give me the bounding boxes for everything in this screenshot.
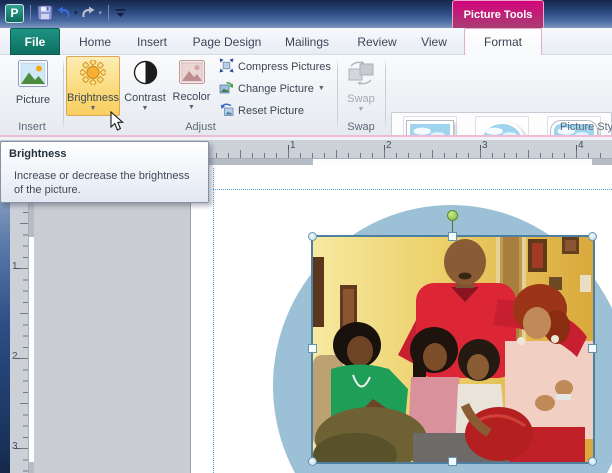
publisher-window: P ▾ ▾ Picture Tools File Home Insert Pag…	[0, 0, 612, 473]
reset-picture-icon	[219, 102, 234, 120]
rotation-handle[interactable]	[447, 210, 458, 221]
resize-handle-top[interactable]	[448, 232, 457, 241]
change-picture-icon	[219, 80, 234, 98]
recolor-icon	[179, 60, 205, 89]
tab-page-design[interactable]: Page Design	[190, 28, 264, 55]
resize-handle-left[interactable]	[308, 344, 317, 353]
mouse-cursor	[110, 111, 125, 137]
swap-button-label: Swap	[347, 93, 375, 105]
picture-styles-group-label: Picture Styles	[560, 119, 612, 134]
ribbon-tab-row: File Home Insert Page Design Mailings Re…	[0, 28, 612, 55]
picture-icon	[18, 60, 48, 92]
resize-handle-right[interactable]	[588, 344, 597, 353]
contextual-tab-group-header: Picture Tools	[452, 0, 544, 28]
resize-handle-bottom-right[interactable]	[588, 457, 597, 466]
title-bar: P ▾ ▾ Picture Tools	[0, 0, 612, 28]
recolor-button[interactable]: Recolor ▼	[168, 56, 215, 116]
chevron-down-icon: ▼	[358, 106, 365, 113]
tooltip-title: Brightness	[9, 148, 200, 160]
swap-icon	[347, 60, 375, 91]
chevron-down-icon: ▼	[90, 105, 97, 112]
resize-handle-top-left[interactable]	[308, 232, 317, 241]
insert-picture-button[interactable]: Picture	[6, 56, 60, 116]
undo-dropdown-icon[interactable]: ▾	[74, 3, 78, 23]
vertical-ruler-object-extent	[28, 165, 34, 473]
qat-separator	[30, 5, 31, 21]
swap-button: Swap ▼	[341, 56, 381, 116]
ribbon: Picture	[0, 55, 612, 135]
change-picture-label: Change Picture	[238, 83, 314, 95]
quick-access-toolbar: P ▾ ▾	[0, 2, 126, 24]
tab-view[interactable]: View	[416, 28, 452, 55]
undo-icon[interactable]	[56, 3, 71, 23]
compress-pictures-label: Compress Pictures	[238, 61, 331, 73]
tab-insert[interactable]: Insert	[130, 28, 174, 55]
contrast-icon	[133, 60, 158, 90]
adjust-group-label: Adjust	[64, 119, 337, 134]
resize-handle-top-right[interactable]	[588, 232, 597, 241]
swap-group-label: Swap	[337, 119, 385, 134]
vruler-number: 3	[12, 442, 18, 452]
picture-button-label: Picture	[16, 94, 50, 106]
resize-handle-bottom-left[interactable]	[308, 457, 317, 466]
tab-review[interactable]: Review	[352, 28, 402, 55]
redo-dropdown-icon[interactable]: ▾	[99, 3, 103, 23]
compress-pictures-button[interactable]: Compress Pictures	[216, 56, 334, 77]
margin-guide-vertical	[213, 168, 214, 473]
reset-picture-label: Reset Picture	[238, 105, 304, 117]
hruler-number: 3	[482, 141, 488, 151]
chevron-down-icon: ▼	[188, 104, 195, 111]
insert-group-label: Insert	[0, 119, 64, 134]
tab-mailings[interactable]: Mailings	[280, 28, 334, 55]
group-separator	[385, 58, 386, 130]
brightness-icon	[80, 60, 106, 90]
redo-icon[interactable]	[81, 3, 96, 23]
hruler-number: 2	[386, 141, 392, 151]
publisher-app-icon[interactable]: P	[5, 4, 24, 23]
recolor-button-label: Recolor	[173, 91, 211, 103]
chevron-down-icon: ▼	[318, 85, 325, 92]
tooltip-body: Increase or decrease the brightness of t…	[14, 169, 196, 198]
tab-format[interactable]: Format	[464, 28, 542, 55]
reset-picture-button[interactable]: Reset Picture	[216, 100, 307, 121]
scratch-area[interactable]	[34, 165, 190, 473]
hruler-number: 4	[578, 141, 584, 151]
hruler-number: 1	[290, 141, 296, 151]
change-picture-button[interactable]: Change Picture ▼	[216, 78, 328, 99]
brightness-button[interactable]: Brightness ▼	[66, 56, 120, 116]
vruler-number: 2	[12, 352, 18, 362]
selected-picture[interactable]	[311, 235, 595, 464]
contrast-button-label: Contrast	[124, 92, 166, 104]
tab-home[interactable]: Home	[76, 28, 114, 55]
compress-pictures-icon	[219, 58, 234, 76]
brightness-button-label: Brightness	[67, 92, 119, 104]
vruler-number: 1	[12, 262, 18, 272]
contrast-button[interactable]: Contrast ▼	[122, 56, 168, 116]
save-icon[interactable]	[37, 3, 53, 23]
margin-guide-horizontal	[213, 189, 612, 190]
customize-quick-access-toolbar-icon[interactable]	[115, 3, 126, 23]
family-photo	[313, 237, 593, 462]
tab-file[interactable]: File	[10, 28, 60, 55]
qat-separator	[108, 5, 109, 21]
vertical-ruler	[10, 165, 28, 473]
resize-handle-bottom[interactable]	[448, 457, 457, 466]
brightness-tooltip: Brightness Increase or decrease the brig…	[0, 141, 209, 203]
chevron-down-icon: ▼	[142, 105, 149, 112]
